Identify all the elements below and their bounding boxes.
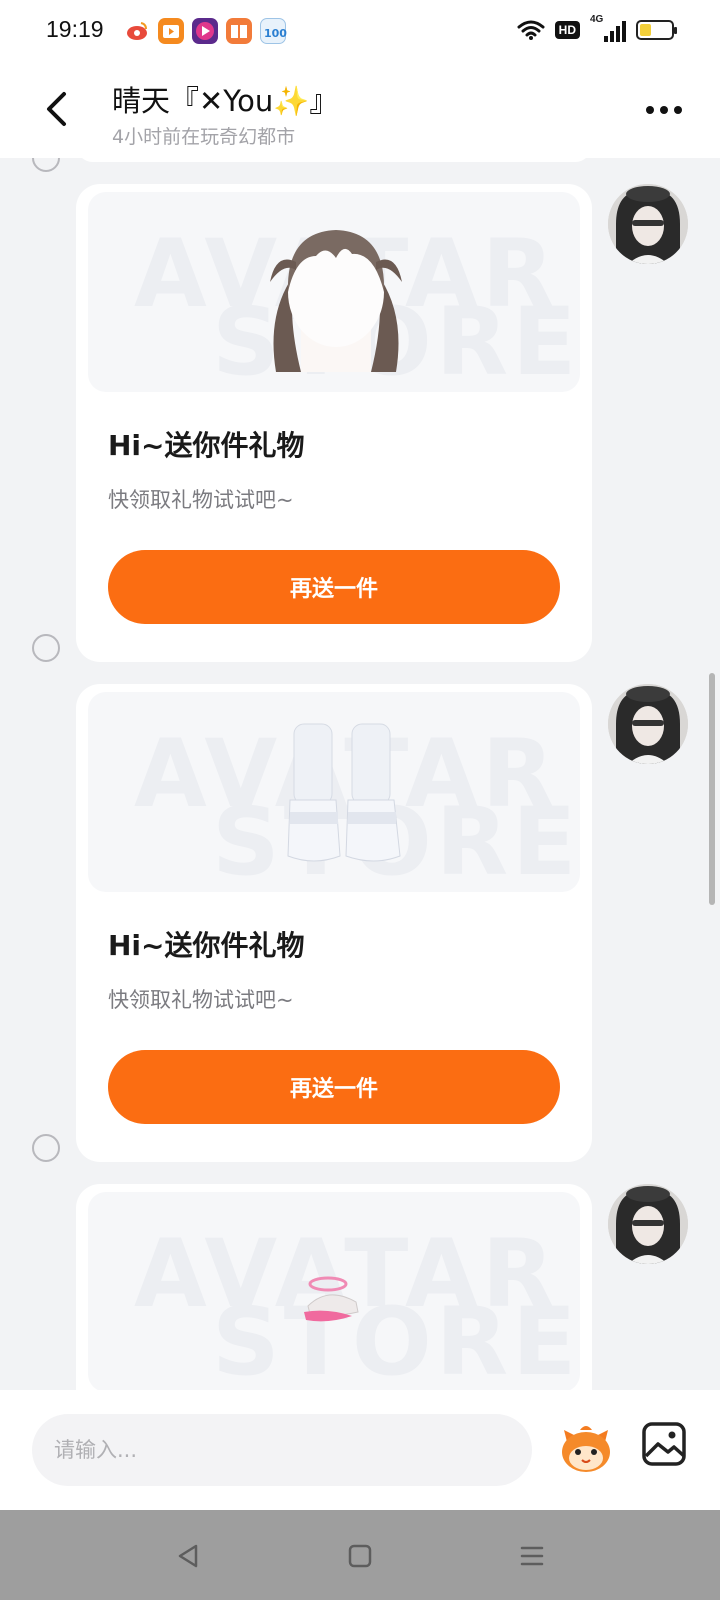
hat-item-icon [304,1276,359,1322]
gift-card: AVATAR STORE Hi~送你件礼物 快领取礼物试试吧~ 再送一件 [76,184,592,662]
weibo-app-icon [124,18,150,44]
nav-back-button[interactable] [168,1536,208,1576]
select-circle[interactable] [32,158,60,172]
gift-image[interactable]: AVATAR STORE [88,692,580,892]
chevron-left-icon [47,92,66,126]
play-app-icon [192,18,218,44]
user-avatar-icon [608,684,688,764]
network-label: 4G [590,14,604,25]
send-another-button[interactable]: 再送一件 [108,550,560,624]
system-icons: HD 4G [517,14,677,42]
dot-icon [646,106,654,114]
user-avatar-icon [608,184,688,264]
image-button[interactable] [640,1420,688,1468]
gift-image[interactable]: AVATAR STORE [88,1192,580,1390]
message-card-previous [76,158,592,162]
chat-title: 晴天『✕You✨』 [112,84,339,118]
hd-badge: HD [554,21,580,39]
avatar[interactable] [608,184,688,264]
input-bar [0,1390,720,1510]
battery-icon [636,20,677,40]
image-icon [642,1422,686,1466]
emoji-button[interactable] [554,1416,618,1480]
wifi-icon [517,20,545,40]
battery-fill [640,24,651,36]
scrollbar[interactable] [709,673,715,905]
gift-title: Hi~送你件礼物 [108,429,305,462]
square-home-icon [348,1544,372,1568]
avatar[interactable] [608,1184,688,1264]
gift-description: 快领取礼物试试吧~ [108,488,294,512]
message-list[interactable]: AVATAR STORE Hi~送你件礼物 快领取礼物试试吧~ 再送一件 [0,158,720,1390]
gift-image[interactable]: AVATAR STORE [88,192,580,392]
chat-status: 4小时前在玩奇幻都市 [112,126,296,148]
system-navigation-bar [0,1510,720,1600]
select-circle[interactable] [32,634,60,662]
dot-icon [674,106,682,114]
nav-menu-button[interactable] [512,1536,552,1576]
gift-card: AVATAR STORE Hi~送你件礼物 快领取礼物试试吧~ 再送一件 [76,684,592,1162]
gift-card: AVATAR STORE [76,1184,592,1390]
send-another-button[interactable]: 再送一件 [108,1050,560,1124]
message-input[interactable] [32,1414,532,1486]
user-avatar-icon [608,1184,688,1264]
boots-item-icon [287,723,401,862]
nav-home-button[interactable] [340,1536,380,1576]
back-button[interactable] [34,84,78,134]
gift-title: Hi~送你件礼物 [108,929,305,962]
signal-icon: 4G [590,14,626,42]
hair-item-icon [270,230,402,372]
menu-icon [520,1546,544,1566]
triangle-back-icon [178,1544,198,1568]
mascot-emoji-icon [562,1426,610,1472]
dot-icon [660,106,668,114]
video-app-icon [158,18,184,44]
more-options-button[interactable] [640,90,688,130]
chat-header: 晴天『✕You✨』 4小时前在玩奇幻都市 [0,64,720,158]
score-app-icon: 100 [260,18,287,44]
reader-app-icon [226,18,252,44]
status-bar: 19:19 100 HD 4G [0,0,720,64]
svg-text:100: 100 [264,27,287,40]
select-circle[interactable] [32,1134,60,1162]
watermark-text: STORE [212,1288,580,1390]
status-time: 19:19 [46,16,104,42]
gift-description: 快领取礼物试试吧~ [108,988,294,1012]
notification-icons: 100 [124,18,287,44]
avatar[interactable] [608,684,688,764]
